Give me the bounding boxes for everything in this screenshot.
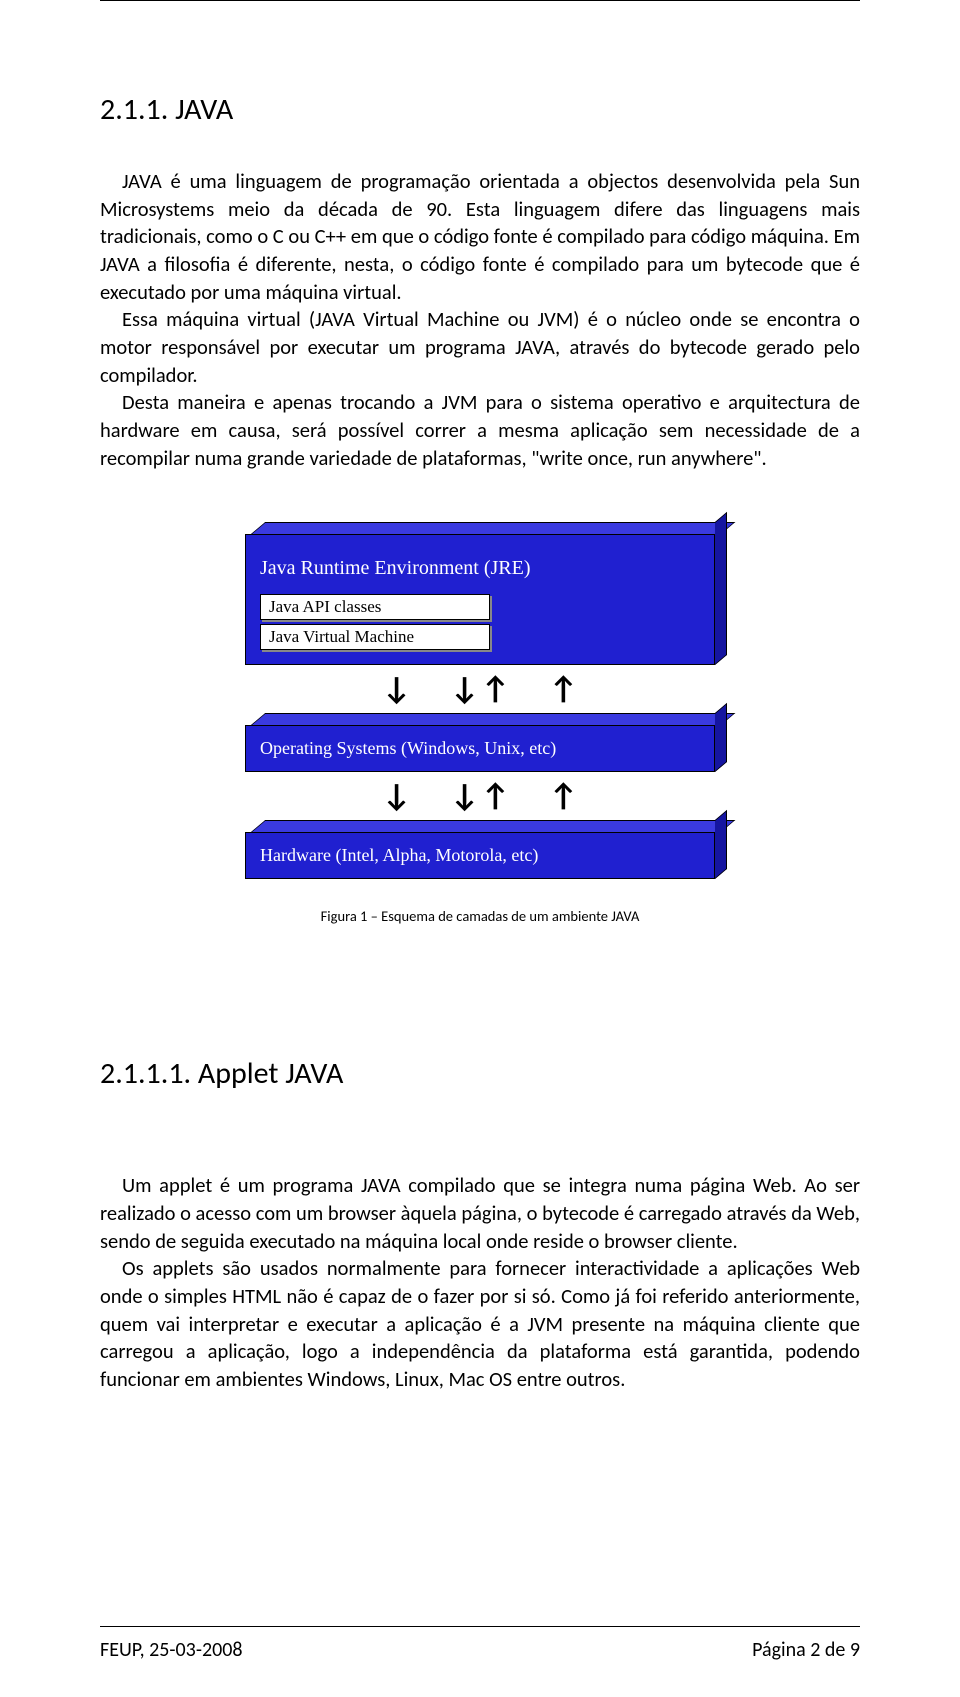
- jre-box: Java Runtime Environment (JRE) Java API …: [245, 522, 715, 665]
- section-heading-applet: 2.1.1.1. Applet JAVA: [100, 1055, 860, 1092]
- arrows-jre-os: [363, 665, 598, 713]
- arrow-up-icon: [549, 780, 578, 812]
- figure-caption: Figura 1 – Esquema de camadas de um ambi…: [321, 907, 640, 925]
- footer: FEUP, 25-03-2008 Página 2 de 9: [100, 1638, 860, 1662]
- arrow-down-icon: [450, 780, 479, 812]
- bottom-rule: [100, 1626, 860, 1627]
- paragraph: JAVA é uma linguagem de programação orie…: [100, 168, 860, 306]
- text: Desta maneira e apenas trocando a JVM pa…: [100, 389, 860, 470]
- paragraph: Os applets são usados normalmente para f…: [100, 1255, 860, 1393]
- arrow-down-icon: [450, 673, 479, 705]
- top-rule: [100, 0, 860, 1]
- footer-left: FEUP, 25-03-2008: [100, 1638, 243, 1662]
- hw-label: Hardware (Intel, Alpha, Motorola, etc): [245, 832, 715, 879]
- text: Os applets são usados normalmente para f…: [100, 1255, 860, 1392]
- api-classes-label: Java API classes: [260, 594, 490, 620]
- hw-box: Hardware (Intel, Alpha, Motorola, etc): [245, 820, 715, 879]
- text: Um applet é um programa JAVA compilado q…: [100, 1172, 860, 1253]
- paragraph: Essa máquina virtual (JAVA Virtual Machi…: [100, 306, 860, 389]
- text: JAVA é uma linguagem de programação orie…: [100, 168, 860, 305]
- arrow-up-icon: [549, 673, 578, 705]
- java-layers-diagram: Java Runtime Environment (JRE) Java API …: [245, 522, 715, 925]
- section-heading-java: 2.1.1. JAVA: [100, 91, 860, 128]
- arrow-up-icon: [481, 673, 510, 705]
- arrows-os-hw: [363, 772, 598, 820]
- arrow-down-icon: [382, 780, 411, 812]
- paragraph: Um applet é um programa JAVA compilado q…: [100, 1172, 860, 1255]
- os-label: Operating Systems (Windows, Unix, etc): [245, 725, 715, 772]
- paragraph: Desta maneira e apenas trocando a JVM pa…: [100, 389, 860, 472]
- footer-right: Página 2 de 9: [752, 1638, 860, 1662]
- arrow-down-icon: [382, 673, 411, 705]
- os-box: Operating Systems (Windows, Unix, etc): [245, 713, 715, 772]
- text: Essa máquina virtual (JAVA Virtual Machi…: [100, 306, 860, 387]
- jre-label: Java Runtime Environment (JRE): [260, 557, 700, 580]
- arrow-up-icon: [481, 780, 510, 812]
- jvm-label: Java Virtual Machine: [260, 624, 490, 650]
